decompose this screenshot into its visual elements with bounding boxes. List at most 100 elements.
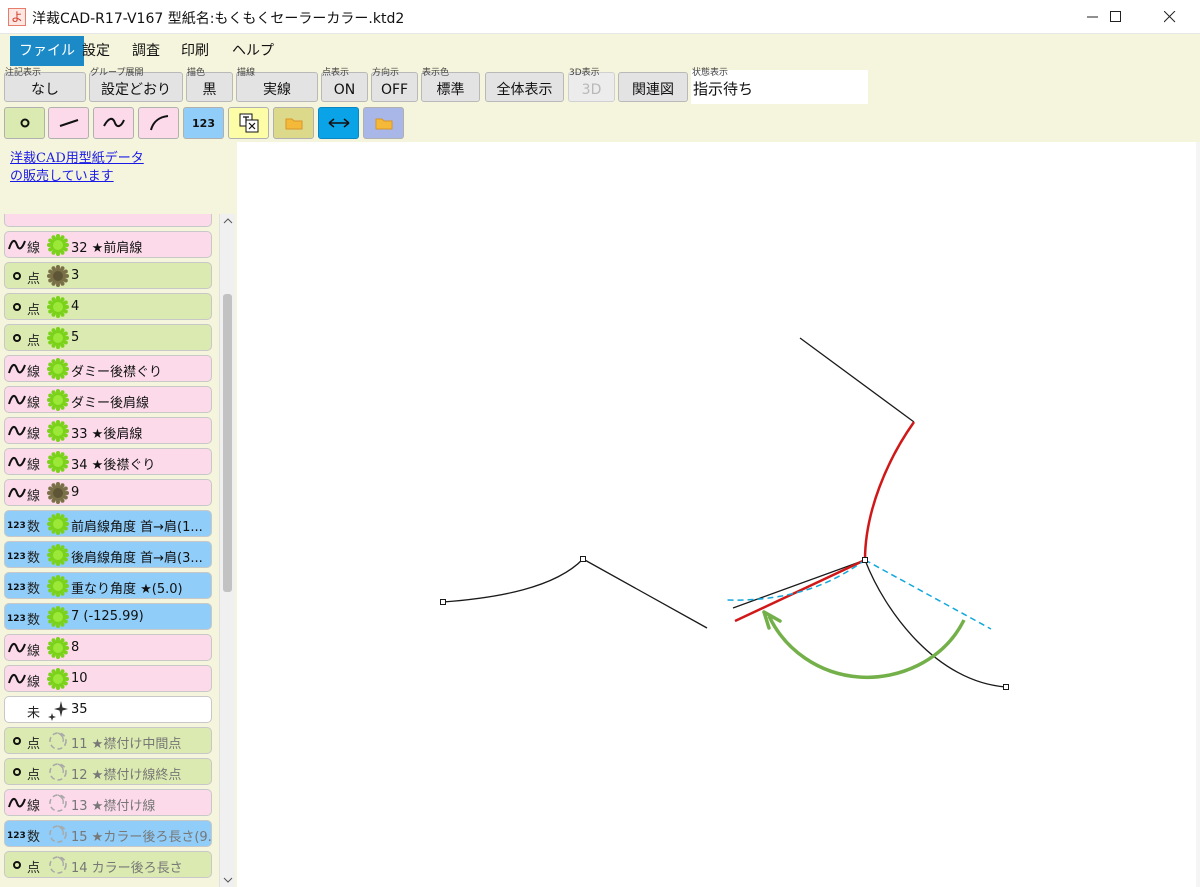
double-arrow-icon (328, 118, 349, 128)
point-display-caption: 点表示 (322, 68, 350, 78)
scroll-up-button[interactable] (220, 214, 236, 228)
list-item[interactable]: 線 32 ★前肩線 (4, 231, 212, 258)
svg-text:123: 123 (7, 552, 26, 562)
list-item[interactable]: 線 ダミー後襟ぐり (4, 355, 212, 382)
item-label: 11 ★襟付け中間点 (71, 737, 182, 752)
menu-bar: ファイル 設定 調査 印刷 ヘルプ (0, 34, 1200, 66)
list-item[interactable]: 点4 (4, 293, 212, 320)
folder-icon (285, 118, 302, 130)
point-marker (440, 599, 446, 605)
list-item[interactable]: 点 14 カラー後ろ長さ (4, 851, 212, 878)
list-scrollbar[interactable] (219, 214, 235, 887)
direction-group: 方向示 OFF (371, 68, 418, 102)
list-item[interactable] (4, 214, 212, 227)
view-3d-caption: 3D表示 (569, 68, 600, 78)
display-color-group: 表示色 標準 (421, 68, 480, 102)
list-item[interactable]: 線 33 ★後肩線 (4, 417, 212, 444)
list-item[interactable]: 123 数 前肩線角度 首→肩(1... (4, 510, 212, 537)
straight-line-icon (59, 119, 78, 127)
app-icon: よ (8, 8, 26, 26)
status-group: 指示待ち 状態表示 (691, 68, 868, 104)
list-item[interactable]: 123 数 重なり角度 ★(5.0) (4, 572, 212, 599)
item-type-label: 数 (27, 551, 41, 566)
rotation-arc (767, 615, 966, 680)
list-item[interactable]: 線9 (4, 479, 212, 506)
list-item[interactable]: 線 10 (4, 665, 212, 692)
status-caption: 状態表示 (692, 68, 729, 78)
open-folder-tool[interactable] (363, 107, 404, 139)
window-title: 洋裁CAD-R17-V167 型紙名:もくもくセーラーカラー.ktd2 (32, 11, 405, 27)
direction-caption: 方向示 (372, 68, 400, 78)
list-item[interactable]: 線 ダミー後肩線 (4, 386, 212, 413)
right-edge (1196, 142, 1200, 887)
annotation-caption: 注記表示 (5, 68, 42, 78)
folder-icon (375, 118, 392, 130)
ad-link-line2[interactable]: の販売しています (10, 168, 144, 186)
list-item[interactable]: 123 数 後肩線角度 首→肩(3... (4, 541, 212, 568)
menu-help[interactable]: ヘルプ (224, 36, 282, 66)
fit-all-button[interactable]: 全体表示 (485, 72, 564, 102)
point-marker (1003, 684, 1009, 690)
draw-color-group: 描色 黒 (186, 68, 233, 102)
item-type-label: 線 (27, 644, 41, 659)
sidebar: 洋裁CAD用型紙データ の販売しています 線 32 ★前肩線点 3 点 4 点 5 線ダミー後… (0, 142, 237, 887)
straight-line-tool[interactable] (48, 107, 89, 139)
list-item[interactable]: 線8 (4, 634, 212, 661)
menu-settings[interactable]: 設定 (74, 36, 118, 66)
point-marker (580, 556, 586, 562)
item-type-label: 点 (27, 768, 41, 783)
scroll-thumb[interactable] (223, 294, 232, 592)
list-item[interactable]: 線 34 ★後襟ぐり (4, 448, 212, 475)
item-label: 4 (71, 299, 80, 314)
item-label: 15 ★カラー後ろ長さ(9... (71, 830, 212, 845)
shoulder-line-black (732, 559, 866, 609)
arc-curve-icon (149, 115, 168, 131)
maximize-button[interactable] (1093, 0, 1139, 34)
close-icon (1164, 11, 1176, 23)
group-folder-tool[interactable] (273, 107, 314, 139)
menu-inspect[interactable]: 調査 (124, 36, 168, 66)
item-type-label: 数 (27, 582, 41, 597)
menu-print[interactable]: 印刷 (173, 36, 217, 66)
list-item[interactable]: 未 35 (4, 696, 212, 723)
number-tool[interactable]: 123 (183, 107, 224, 139)
draw-color-caption: 描色 (187, 68, 206, 78)
close-window-button[interactable] (1147, 0, 1193, 34)
item-label: 3 (71, 268, 80, 283)
item-type-label: 線 (27, 675, 41, 690)
front-shoulder-line (799, 337, 915, 423)
front-neckline-curve (864, 559, 1007, 688)
ad-link[interactable]: 洋裁CAD用型紙データ の販売しています (10, 150, 144, 186)
list-item[interactable]: 点5 (4, 324, 212, 351)
list-item[interactable]: 点 12 ★襟付け線終点 (4, 758, 212, 785)
item-type-label: 数 (27, 520, 41, 535)
menu-file[interactable]: ファイル (10, 36, 84, 66)
list-item[interactable]: 点3 (4, 262, 212, 289)
relation-diagram-button[interactable]: 関連図 (618, 72, 688, 102)
scroll-down-button[interactable] (220, 873, 236, 887)
item-label: ダミー後肩線 (71, 396, 150, 411)
point-icon (20, 118, 29, 128)
fit-all-group: 全体表示 (485, 68, 564, 102)
item-type-label: 未 (27, 706, 41, 721)
drawing-canvas[interactable] (237, 142, 1200, 887)
list-item[interactable]: 123 数 15 ★カラー後ろ長さ(9... (4, 820, 212, 847)
item-label: 10 (71, 671, 88, 686)
text-box-icon (239, 113, 258, 133)
item-type-label: 点 (27, 737, 41, 752)
arc-line-tool[interactable] (138, 107, 179, 139)
curve-line-tool[interactable] (93, 107, 134, 139)
add-point-tool[interactable] (4, 107, 45, 139)
measure-distance-tool[interactable] (318, 107, 359, 139)
element-list: 線 32 ★前肩線点 3 点 4 点 5 線ダミー後襟ぐり線ダミー後肩線線 33 ★後肩線線 34… (0, 214, 218, 887)
chevron-up-icon (223, 218, 233, 224)
list-item[interactable]: 線 13 ★襟付け線 (4, 789, 212, 816)
item-label: 34 ★後襟ぐり (71, 458, 156, 473)
list-item[interactable]: 点 11 ★襟付け中間点 (4, 727, 212, 754)
item-type-label: 点 (27, 334, 41, 349)
ad-link-line1[interactable]: 洋裁CAD用型紙データ (10, 150, 144, 168)
text-annotation-tool[interactable] (228, 107, 269, 139)
item-type-label: 線 (27, 458, 41, 473)
list-item[interactable]: 123 数 7 (-125.99) (4, 603, 212, 630)
item-type-label: 線 (27, 396, 41, 411)
